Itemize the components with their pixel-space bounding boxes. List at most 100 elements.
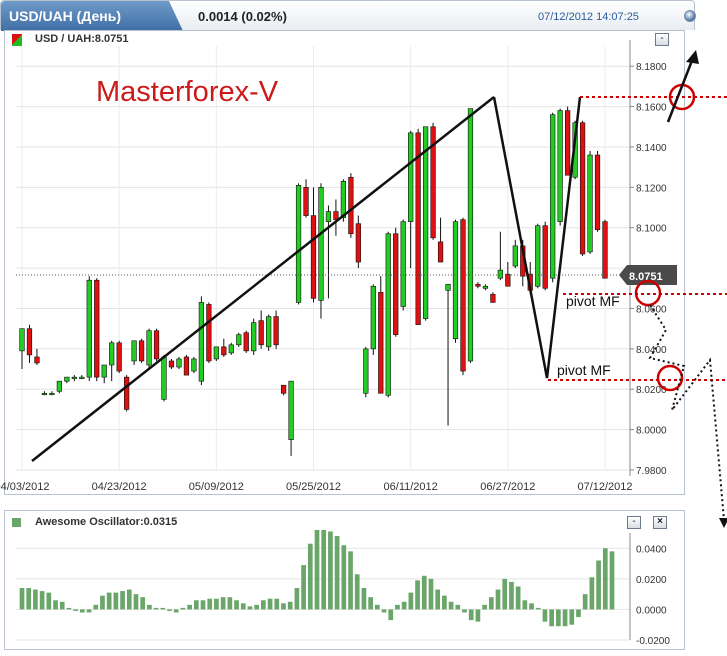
candle-body [266, 316, 272, 348]
candle-body [400, 221, 406, 307]
oscillator-bar [33, 589, 38, 610]
oscillator-bar [261, 600, 266, 610]
candle [138, 338, 145, 363]
oscillator-bar [415, 580, 420, 610]
oscillator-bar [19, 588, 25, 610]
price-tick-label: 8.0400 [636, 345, 667, 356]
oscillator-bar [495, 589, 501, 610]
candle-body [393, 233, 399, 336]
candle-body [408, 132, 414, 222]
price-tick-label: 8.1400 [636, 143, 667, 154]
candle [325, 205, 332, 299]
oscillator-bar [502, 578, 508, 610]
candle [535, 223, 541, 289]
pivot-label-lower: pivot MF [557, 362, 611, 378]
price-tick-label: 8.1800 [636, 62, 667, 73]
candle-body [191, 358, 197, 372]
candle [146, 328, 152, 370]
forecast-path [648, 304, 725, 521]
date-tick-label: 04/23/2012 [92, 481, 147, 493]
candle-body [445, 283, 451, 291]
candle [348, 173, 354, 238]
candle [273, 310, 279, 349]
oscillator-bar [66, 607, 72, 610]
watermark: Masterforex-V [96, 76, 279, 108]
candle [213, 346, 219, 361]
candle [71, 375, 77, 382]
candle-body [49, 392, 55, 396]
oscillator-bar [73, 609, 78, 611]
oscillator-tick-label: -0.0200 [636, 636, 670, 647]
date-axis: 04/03/2012 04/23/2012 05/09/2012 05/25/2012… [0, 481, 633, 493]
candle [228, 342, 234, 355]
date-tick-label: 05/09/2012 [189, 481, 244, 493]
oscillator-bar [26, 588, 32, 610]
candle-body [579, 122, 586, 255]
date-tick-label: 04/03/2012 [0, 481, 50, 493]
oscillator-bar [341, 545, 347, 610]
candle [303, 179, 309, 218]
candle [183, 354, 190, 376]
candle-body [452, 221, 459, 340]
oscillator-bar [368, 597, 373, 610]
oscillator-bar [488, 597, 494, 610]
oscillator-bar [39, 591, 45, 610]
oscillator-bar [100, 595, 105, 610]
oscillator-bars [19, 529, 615, 627]
candle [109, 340, 115, 382]
oscillator-bar [455, 604, 461, 610]
oscillator-bar [160, 607, 166, 610]
candle-body [86, 279, 92, 378]
candle [131, 340, 137, 366]
pivot-circle-lower [656, 364, 684, 392]
oscillator-tick-label: 0.0400 [636, 544, 667, 555]
oscillator-bar [442, 595, 447, 610]
candle [467, 108, 474, 363]
candle [437, 217, 444, 263]
candle-body [512, 245, 518, 267]
candle-body [131, 340, 137, 362]
candle-body [176, 358, 182, 368]
candle [19, 328, 25, 370]
candle [505, 262, 511, 287]
candle [512, 239, 518, 269]
oscillator-bar [59, 601, 65, 610]
candle [355, 215, 361, 269]
oscillator-bar [281, 603, 286, 610]
oscillator-bar [301, 565, 306, 610]
candle-body [153, 330, 160, 360]
candle-body [280, 384, 287, 394]
candle-body [64, 376, 70, 382]
candle [452, 219, 459, 343]
candle [176, 356, 182, 370]
candle-body [236, 334, 242, 346]
oscillator-bar [207, 598, 213, 610]
oscillator-bar [462, 609, 467, 613]
candle-body [94, 279, 100, 378]
candle-body [340, 180, 347, 218]
candle [101, 364, 107, 384]
candle-body [348, 176, 354, 235]
candle-body [243, 332, 249, 352]
candle-body [363, 348, 369, 394]
candle-body [79, 376, 85, 379]
candle [550, 112, 556, 283]
candle-body [34, 356, 40, 364]
date-tick-label: 06/11/2012 [384, 481, 438, 493]
oscillator-bar [589, 577, 595, 610]
oscillator-bar [421, 575, 427, 610]
candle [266, 314, 272, 351]
oscillator-bar [374, 604, 380, 610]
candle-body [550, 114, 556, 279]
price-tick-label: 8.1600 [636, 103, 667, 114]
oscillator-bar [307, 543, 313, 610]
oscillator-bar [53, 600, 58, 610]
price-tick-label: 8.0000 [636, 426, 667, 437]
candle [408, 130, 414, 269]
candle-body [19, 328, 25, 352]
candle-body [490, 294, 496, 303]
candle-body [303, 187, 309, 216]
oscillator-bar [576, 609, 581, 618]
oscillator-bar [267, 598, 273, 610]
candle-body [370, 285, 376, 350]
